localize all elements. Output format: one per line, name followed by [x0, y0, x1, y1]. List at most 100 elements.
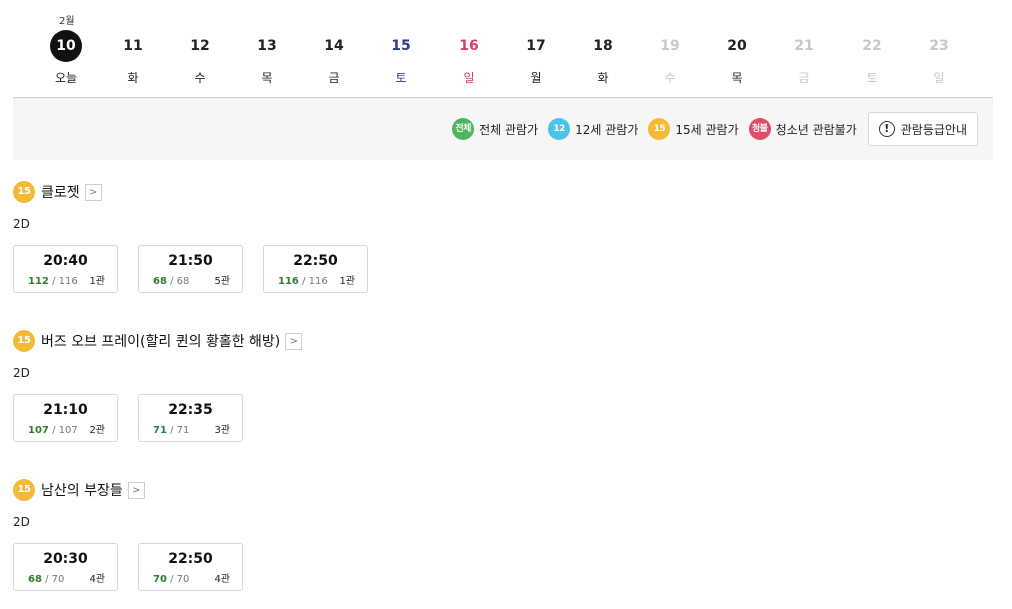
- movie-title-row: 15 클로젯 >: [13, 181, 388, 203]
- seat-count: 116 / 116: [278, 276, 328, 287]
- showtime-card[interactable]: 21:50 68 / 68 5관: [138, 245, 243, 293]
- rating-guide-button[interactable]: ! 관람등급안내: [867, 112, 978, 146]
- rating-15-badge-icon: 15: [13, 479, 35, 501]
- date-weekday: 목: [731, 71, 743, 85]
- movie-title[interactable]: 버즈 오브 프레이(할리 퀸의 황홀한 해방): [41, 331, 280, 351]
- legend-item-15: 15 15세 관람가: [648, 118, 739, 140]
- showtime-card[interactable]: 22:35 71 / 71 3관: [138, 394, 243, 442]
- showtime-card[interactable]: 22:50 116 / 116 1관: [263, 245, 368, 293]
- date-weekday: 화: [597, 71, 609, 85]
- movie-title-row: 15 남산의 부장들 >: [13, 479, 263, 501]
- date-number: 11: [123, 38, 143, 54]
- date-weekday: 오늘: [54, 71, 78, 85]
- date-item-19: 19 수: [645, 30, 695, 86]
- rating-guide-label: 관람등급안내: [900, 122, 967, 137]
- chevron-right-icon[interactable]: >: [285, 332, 303, 350]
- date-item-10[interactable]: 10 오늘: [41, 30, 91, 86]
- date-weekday: 월: [530, 71, 542, 85]
- legend-label: 청소년 관람불가: [775, 122, 857, 137]
- screen-format: 2D: [13, 515, 30, 529]
- date-selector: 10 오늘 11 화 12 수 13 목 14 금 15 토 16 일 17 월 18 화 19 수…: [13, 30, 993, 90]
- showtime-card[interactable]: 20:30 68 / 70 4관: [13, 543, 118, 591]
- date-number: 20: [727, 38, 747, 54]
- chevron-right-icon[interactable]: >: [84, 183, 102, 201]
- rating-all-badge-icon: 전체: [452, 118, 475, 140]
- seats-available: 68: [28, 574, 42, 585]
- showtime-start: 22:50: [293, 253, 338, 269]
- hall-label: 1관: [89, 276, 105, 287]
- seats-available: 68: [153, 276, 167, 287]
- hall-label: 4관: [89, 574, 105, 585]
- date-weekday: 일: [933, 71, 945, 85]
- legend-item-all: 전체 전체 관람가: [452, 118, 538, 140]
- seat-count: 71 / 71: [153, 425, 189, 436]
- date-item-20[interactable]: 20 목: [712, 30, 762, 86]
- chevron-right-icon[interactable]: >: [127, 481, 145, 499]
- seat-count: 107 / 107: [28, 425, 78, 436]
- date-number: 16: [459, 38, 479, 54]
- date-weekday: 목: [261, 71, 273, 85]
- date-number: 13: [257, 38, 277, 54]
- movie-section: 15 남산의 부장들 > 2D 20:30 68 / 70 4관 22:50 7…: [13, 479, 263, 591]
- date-number: 21: [794, 38, 814, 54]
- hall-label: 4관: [214, 574, 230, 585]
- showtime-start: 21:50: [168, 253, 213, 269]
- movie-title[interactable]: 남산의 부장들: [41, 480, 123, 500]
- date-weekday: 일: [463, 71, 475, 85]
- showtime-list: 21:10 107 / 107 2관 22:35 71 / 71 3관: [13, 394, 302, 442]
- movie-section: 15 클로젯 > 2D 20:40 112 / 116 1관 21:50 68 …: [13, 181, 388, 293]
- seats-total: / 68: [170, 276, 190, 287]
- date-weekday: 화: [127, 71, 139, 85]
- date-item-18[interactable]: 18 화: [578, 30, 628, 86]
- showtime-card[interactable]: 20:40 112 / 116 1관: [13, 245, 118, 293]
- seats-total: / 107: [52, 425, 78, 436]
- date-item-17[interactable]: 17 월: [511, 30, 561, 86]
- showtime-list: 20:30 68 / 70 4관 22:50 70 / 70 4관: [13, 543, 263, 591]
- movie-title[interactable]: 클로젯: [41, 182, 80, 202]
- date-weekday: 수: [664, 71, 676, 85]
- legend-item-12: 12 12세 관람가: [548, 118, 638, 140]
- seat-count: 70 / 70: [153, 574, 189, 585]
- date-item-13[interactable]: 13 목: [242, 30, 292, 86]
- hall-label: 1관: [339, 276, 355, 287]
- seats-total: / 116: [302, 276, 328, 287]
- showtime-list: 20:40 112 / 116 1관 21:50 68 / 68 5관 22:5…: [13, 245, 388, 293]
- date-number: 14: [324, 38, 344, 54]
- rating-15-badge-icon: 15: [13, 181, 35, 203]
- date-item-23: 23 일: [914, 30, 964, 86]
- showtime-card[interactable]: 22:50 70 / 70 4관: [138, 543, 243, 591]
- date-number: 12: [190, 38, 210, 54]
- showtime-card[interactable]: 21:10 107 / 107 2관: [13, 394, 118, 442]
- date-weekday: 토: [866, 71, 878, 85]
- screen-format: 2D: [13, 366, 30, 380]
- showtime-start: 22:50: [168, 551, 213, 567]
- date-item-11[interactable]: 11 화: [108, 30, 158, 86]
- hall-label: 2관: [89, 425, 105, 436]
- rating-12-badge-icon: 12: [548, 118, 571, 140]
- date-item-21: 21 금: [779, 30, 829, 86]
- hall-label: 3관: [214, 425, 230, 436]
- seats-available: 107: [28, 425, 49, 436]
- rating-15-badge-icon: 15: [648, 118, 671, 140]
- seats-total: / 116: [52, 276, 78, 287]
- hall-label: 5관: [214, 276, 230, 287]
- seat-count: 68 / 70: [28, 574, 64, 585]
- date-item-12[interactable]: 12 수: [175, 30, 225, 86]
- date-item-15[interactable]: 15 토: [376, 30, 426, 86]
- legend-label: 12세 관람가: [575, 122, 639, 137]
- showtime-start: 21:10: [43, 402, 88, 418]
- date-item-14[interactable]: 14 금: [309, 30, 359, 86]
- rating-adult-badge-icon: 청불: [748, 118, 771, 140]
- showtime-start: 20:30: [43, 551, 88, 567]
- date-number: 23: [929, 38, 949, 54]
- rating-legend: 전체 전체 관람가 12 12세 관람가 15 15세 관람가 청불 청소년 관…: [442, 112, 978, 146]
- date-item-22: 22 토: [847, 30, 897, 86]
- seat-count: 68 / 68: [153, 276, 189, 287]
- seats-available: 112: [28, 276, 49, 287]
- legend-label: 전체 관람가: [479, 122, 539, 137]
- date-item-16[interactable]: 16 일: [444, 30, 494, 86]
- rating-legend-bar: 전체 전체 관람가 12 12세 관람가 15 15세 관람가 청불 청소년 관…: [13, 98, 993, 160]
- legend-item-19: 청불 청소년 관람불가: [748, 118, 857, 140]
- screen-format: 2D: [13, 217, 30, 231]
- seats-total: / 71: [170, 425, 190, 436]
